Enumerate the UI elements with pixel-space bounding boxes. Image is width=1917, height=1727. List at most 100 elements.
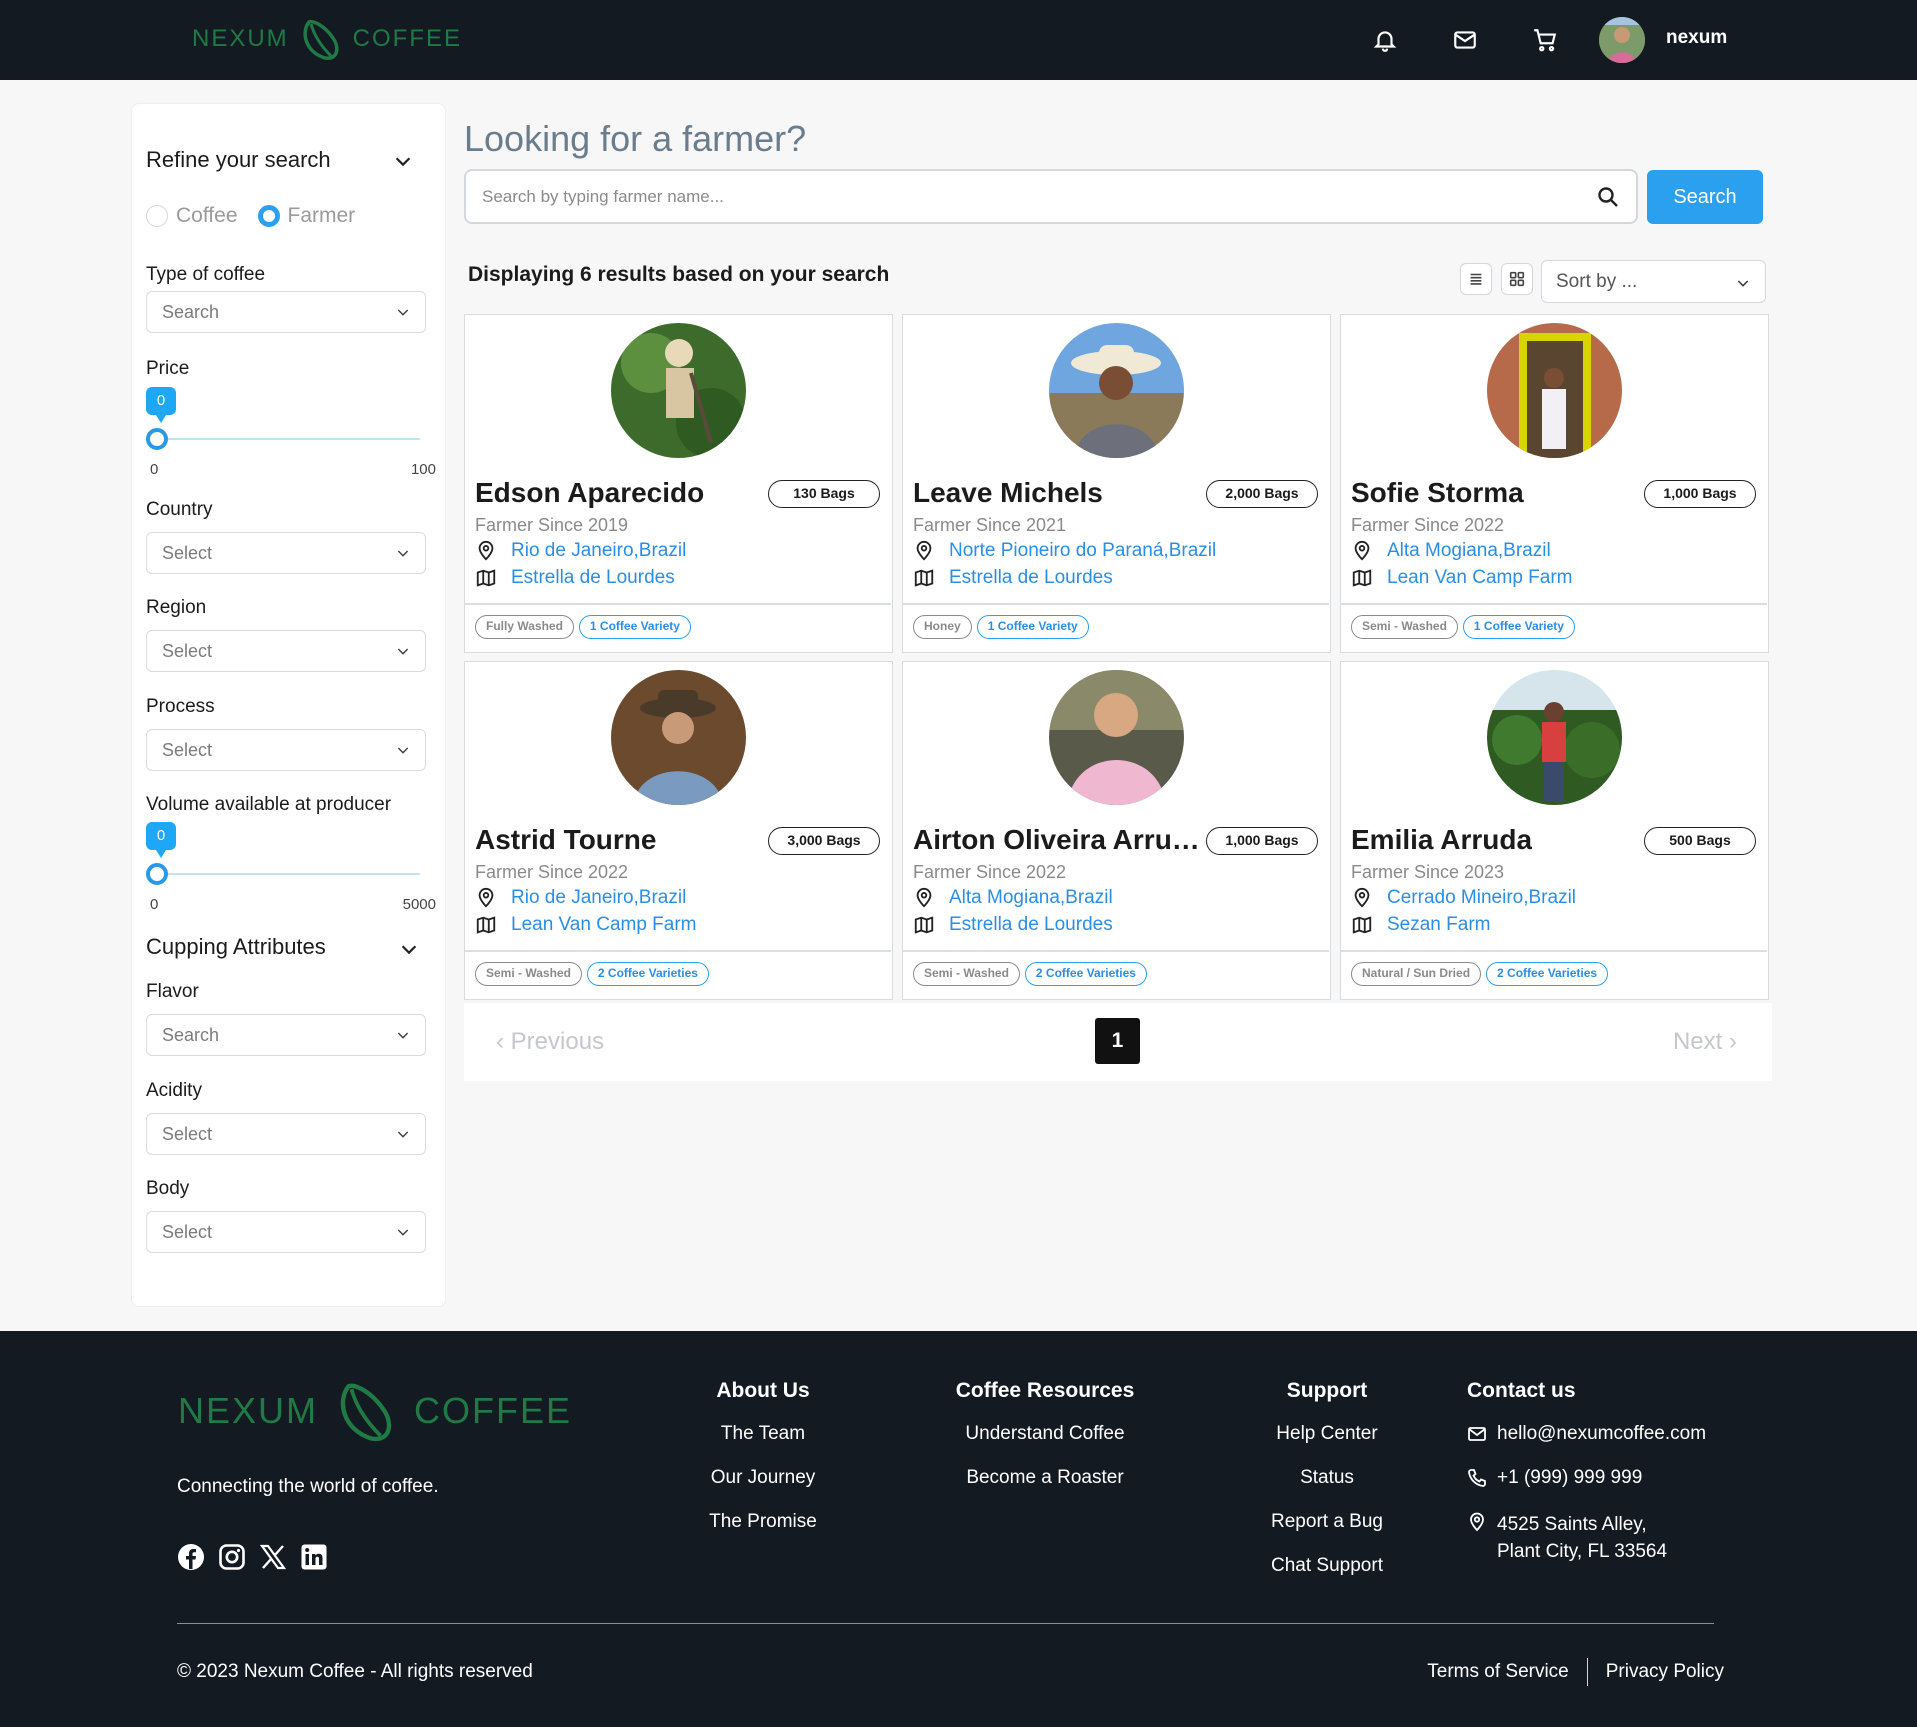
footer-link-our-journey[interactable]: Our Journey — [688, 1467, 838, 1489]
farmer-farm-text: Estrella de Lourdes — [949, 567, 1113, 588]
price-slider-thumb[interactable] — [146, 428, 168, 450]
farmer-farm[interactable]: Estrella de Lourdes — [475, 567, 675, 589]
farmer-location-text: Rio de Janeiro,Brazil — [511, 887, 687, 908]
footer-link-the-team[interactable]: The Team — [688, 1423, 838, 1445]
terms-of-service-link[interactable]: Terms of Service — [1427, 1661, 1568, 1683]
chevron-down-icon[interactable] — [398, 938, 420, 960]
coffee-radio-label[interactable]: Coffee — [176, 204, 238, 228]
farmer-location[interactable]: Rio de Janeiro,Brazil — [475, 887, 686, 909]
volume-slider[interactable]: 0 0 5000 — [146, 822, 436, 913]
farmer-farm-text: Estrella de Lourdes — [511, 567, 675, 588]
chevron-down-icon[interactable] — [392, 150, 414, 172]
page-number-button[interactable]: 1 — [1095, 1018, 1140, 1064]
card-divider — [465, 603, 891, 605]
chevron-down-icon — [397, 648, 409, 655]
farmer-card[interactable]: Airton Oliveira Arruda 1,000 Bags Farmer S… — [902, 661, 1331, 1000]
farmer-card[interactable]: Leave Michels 2,000 Bags Farmer Since 2021… — [902, 314, 1331, 653]
previous-page-button[interactable]: ‹ Previous — [496, 1028, 604, 1056]
farmer-farm[interactable]: Lean Van Camp Farm — [1351, 567, 1573, 589]
contact-address-line1: 4525 Saints Alley, — [1497, 1514, 1647, 1535]
next-page-button[interactable]: Next › — [1673, 1028, 1737, 1056]
volume-value-bubble: 0 — [146, 822, 176, 858]
refine-search-title: Refine your search — [146, 147, 331, 172]
footer-brand-logo[interactable]: NEXUM COFFEE — [178, 1376, 572, 1446]
contact-email[interactable]: hello@nexumcoffee.com — [1467, 1423, 1706, 1445]
sort-select[interactable]: Sort by ... — [1541, 260, 1766, 303]
footer-support-column: Support Help Center Status Report a Bug … — [1252, 1379, 1402, 1599]
grid-view-icon[interactable] — [1501, 263, 1533, 295]
price-slider[interactable]: 0 0 100 — [146, 387, 436, 478]
sort-label: Sort by ... — [1556, 270, 1638, 292]
user-avatar[interactable] — [1599, 17, 1645, 63]
price-slider-track[interactable] — [154, 438, 420, 440]
social-links — [177, 1543, 341, 1571]
bags-badge: 1,000 Bags — [1206, 827, 1318, 855]
footer-link-become-roaster[interactable]: Become a Roaster — [935, 1467, 1155, 1489]
coffee-radio[interactable] — [146, 205, 168, 227]
mail-icon[interactable] — [1447, 22, 1483, 58]
farmer-name[interactable]: Airton Oliveira Arruda — [913, 824, 1203, 856]
map-icon — [476, 569, 496, 587]
contact-email-text: hello@nexumcoffee.com — [1497, 1423, 1707, 1444]
footer-link-status[interactable]: Status — [1252, 1467, 1402, 1489]
farmer-name[interactable]: Sofie Storma — [1351, 477, 1524, 509]
farmer-name[interactable]: Emilia Arruda — [1351, 824, 1532, 856]
linkedin-icon[interactable] — [300, 1543, 328, 1571]
country-select[interactable]: Select — [146, 532, 426, 574]
x-icon[interactable] — [259, 1543, 287, 1571]
footer-link-chat-support[interactable]: Chat Support — [1252, 1555, 1402, 1577]
farmer-radio[interactable] — [257, 205, 280, 227]
contact-phone-text: +1 (999) 999 999 — [1497, 1467, 1643, 1488]
flavor-select[interactable]: Search — [146, 1014, 426, 1056]
type-of-coffee-select[interactable]: Search — [146, 291, 426, 333]
location-pin-icon — [1354, 887, 1370, 908]
shopping-cart-icon[interactable] — [1527, 22, 1563, 58]
footer-tagline: Connecting the world of coffee. — [177, 1476, 439, 1497]
acidity-select[interactable]: Select — [146, 1113, 426, 1155]
brand-logo[interactable]: NEXUM COFFEE — [192, 16, 462, 62]
volume-slider-thumb[interactable] — [146, 863, 168, 885]
footer-link-understand-coffee[interactable]: Understand Coffee — [935, 1423, 1155, 1445]
farmer-name[interactable]: Astrid Tourne — [475, 824, 656, 856]
farmer-farm[interactable]: Lean Van Camp Farm — [475, 914, 697, 936]
farmer-name[interactable]: Leave Michels — [913, 477, 1103, 509]
process-select[interactable]: Select — [146, 729, 426, 771]
farmer-farm[interactable]: Estrella de Lourdes — [913, 914, 1113, 936]
farmer-search-input[interactable] — [466, 171, 1566, 222]
body-select[interactable]: Select — [146, 1211, 426, 1253]
farmer-card[interactable]: Emilia Arruda 500 Bags Farmer Since 2023 Ce… — [1340, 661, 1769, 1000]
farmer-location[interactable]: Norte Pioneiro do Paraná,Brazil — [913, 540, 1216, 562]
card-divider — [1341, 603, 1767, 605]
farmer-since: Farmer Since 2021 — [913, 515, 1067, 535]
farmer-location[interactable]: Rio de Janeiro,Brazil — [475, 540, 686, 562]
farmer-radio-label[interactable]: Farmer — [288, 204, 356, 228]
card-tags: Semi - Washed 1 Coffee Variety — [1351, 615, 1580, 639]
footer-link-the-promise[interactable]: The Promise — [688, 1511, 838, 1533]
search-button[interactable]: Search — [1647, 170, 1763, 224]
farmer-location[interactable]: Alta Mogiana,Brazil — [913, 887, 1113, 909]
notifications-bell-icon[interactable] — [1367, 22, 1403, 58]
farmer-farm[interactable]: Sezan Farm — [1351, 914, 1490, 936]
farmer-card[interactable]: Edson Aparecido 130 Bags Farmer Since 2019… — [464, 314, 893, 653]
footer-link-report-bug[interactable]: Report a Bug — [1252, 1511, 1402, 1533]
farmer-photo — [1487, 670, 1622, 805]
farmer-since: Farmer Since 2022 — [475, 862, 629, 882]
privacy-policy-link[interactable]: Privacy Policy — [1606, 1661, 1724, 1683]
contact-phone[interactable]: +1 (999) 999 999 — [1467, 1467, 1706, 1489]
farmer-card[interactable]: Astrid Tourne 3,000 Bags Farmer Since 2022… — [464, 661, 893, 1000]
farmer-farm[interactable]: Estrella de Lourdes — [913, 567, 1113, 589]
region-select[interactable]: Select — [146, 630, 426, 672]
instagram-icon[interactable] — [218, 1543, 246, 1571]
farmer-location[interactable]: Alta Mogiana,Brazil — [1351, 540, 1551, 562]
farmer-location[interactable]: Cerrado Mineiro,Brazil — [1351, 887, 1576, 909]
facebook-icon[interactable] — [177, 1543, 205, 1571]
variety-tag: 2 Coffee Varieties — [1024, 962, 1147, 986]
footer-link-help-center[interactable]: Help Center — [1252, 1423, 1402, 1445]
farmer-card[interactable]: Sofie Storma 1,000 Bags Farmer Since 2022 A… — [1340, 314, 1769, 653]
volume-slider-track[interactable] — [154, 873, 420, 875]
farmer-name[interactable]: Edson Aparecido — [475, 477, 704, 509]
map-icon — [476, 916, 496, 934]
search-icon[interactable] — [1596, 185, 1620, 209]
list-view-icon[interactable] — [1460, 263, 1492, 295]
username-label[interactable]: nexum — [1666, 27, 1727, 49]
